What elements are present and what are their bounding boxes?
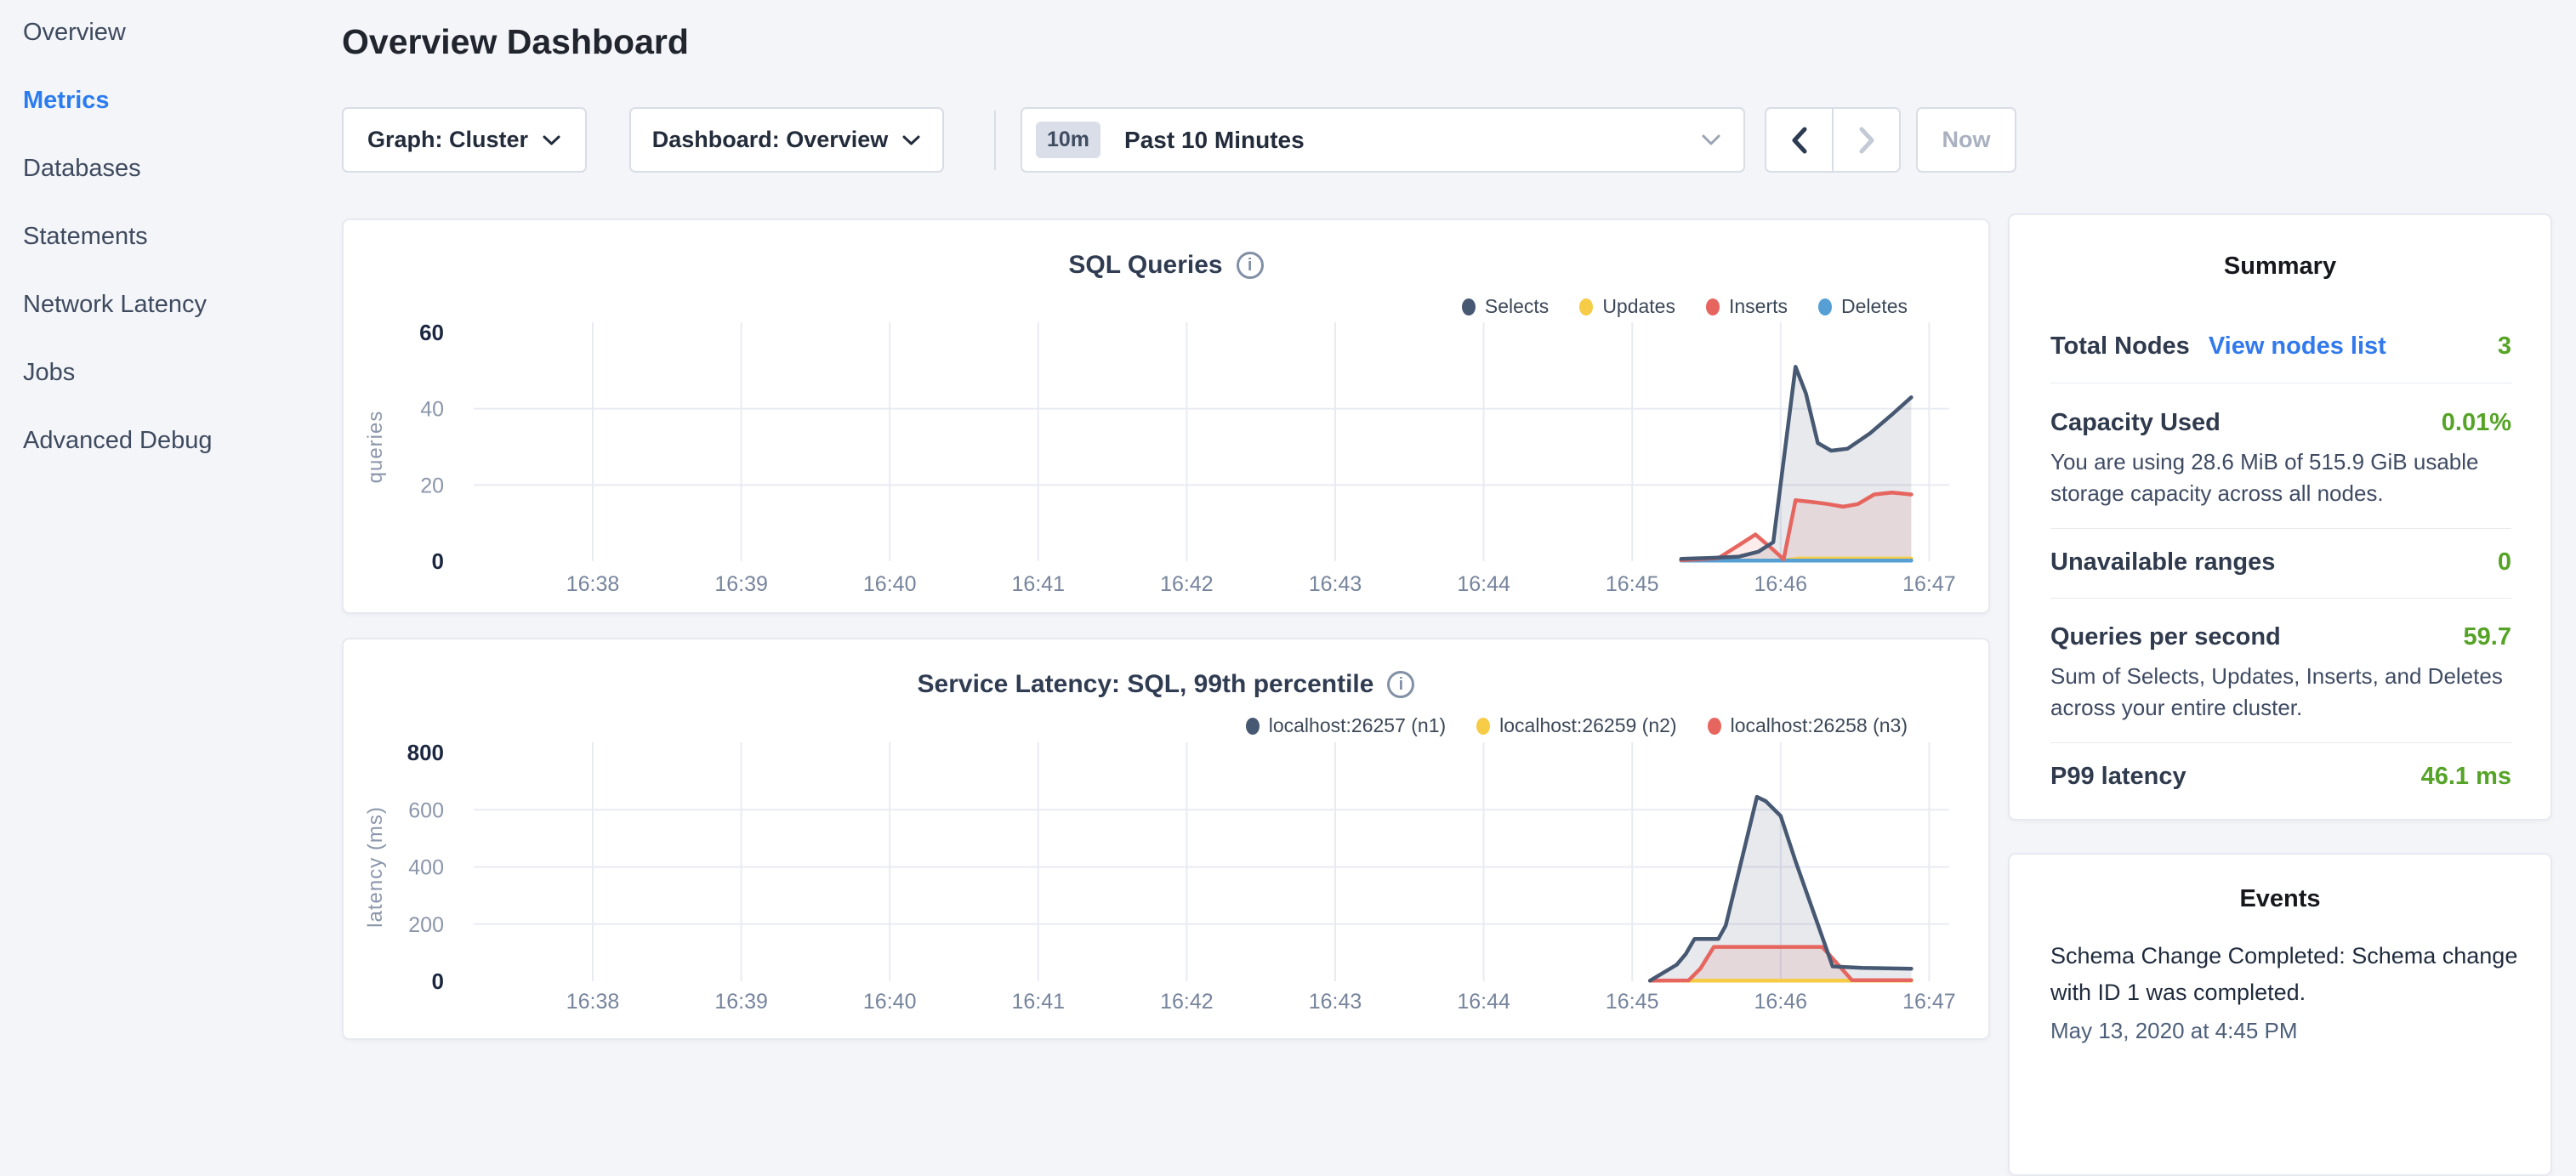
svg-text:16:43: 16:43 (1309, 990, 1362, 1014)
svg-text:16:45: 16:45 (1606, 990, 1659, 1014)
svg-text:16:45: 16:45 (1606, 572, 1659, 596)
sql-queries-chart: 0 20 40 60 16:38 16:39 16:40 16:41 16:42 16:43 16:… (344, 220, 1992, 616)
summary-divider (2050, 742, 2511, 743)
capacity-used-description: You are using 28.6 MiB of 515.9 GiB usab… (2050, 446, 2531, 509)
events-title: Events (2010, 885, 2550, 913)
chevron-down-icon (542, 134, 561, 146)
page-title: Overview Dashboard (342, 22, 689, 62)
time-window-badge: 10m (1036, 122, 1100, 158)
dashboard-dropdown[interactable]: Dashboard: Overview (629, 107, 944, 173)
svg-text:20: 20 (420, 474, 444, 497)
sidebar-item-databases[interactable]: Databases (23, 145, 141, 192)
sidebar-item-statements[interactable]: Statements (23, 213, 148, 260)
capacity-used-label: Capacity Used (2050, 409, 2221, 437)
svg-text:60: 60 (419, 320, 444, 345)
svg-text:16:43: 16:43 (1309, 572, 1362, 596)
sidebar-item-advanced-debug[interactable]: Advanced Debug (23, 417, 213, 464)
queries-per-second-label: Queries per second (2050, 623, 2281, 651)
service-latency-chart: 0 200 400 600 800 16:38 16:39 16:40 16:41 16:42 16… (344, 639, 1992, 1042)
events-panel: Events Schema Change Completed: Schema c… (2008, 853, 2552, 1176)
graph-dropdown[interactable]: Graph: Cluster (342, 107, 587, 173)
svg-text:800: 800 (407, 740, 444, 765)
svg-text:16:41: 16:41 (1012, 990, 1066, 1014)
svg-text:16:47: 16:47 (1902, 572, 1956, 596)
svg-text:16:39: 16:39 (714, 572, 768, 596)
chevron-right-icon (1858, 127, 1875, 154)
summary-row-qps: Queries per second 59.7 (2050, 623, 2511, 651)
summary-panel: Summary Total Nodes View nodes list 3 Ca… (2008, 213, 2552, 821)
now-button-label: Now (1942, 127, 1991, 153)
p99-latency-value: 46.1 ms (2421, 763, 2511, 791)
service-latency-chart-panel: Service Latency: SQL, 99th percentile i … (342, 638, 1990, 1040)
time-step-buttons (1765, 107, 1901, 173)
time-window-label: Past 10 Minutes (1124, 127, 1687, 154)
svg-text:16:40: 16:40 (863, 572, 917, 596)
svg-text:16:40: 16:40 (863, 990, 917, 1014)
summary-row-unavailable-ranges: Unavailable ranges 0 (2050, 548, 2511, 577)
svg-text:latency (ms): latency (ms) (364, 806, 387, 928)
summary-divider (2050, 598, 2511, 599)
svg-text:16:44: 16:44 (1457, 572, 1510, 596)
summary-row-total-nodes: Total Nodes View nodes list 3 (2050, 332, 2511, 361)
svg-text:16:44: 16:44 (1457, 990, 1510, 1014)
controls-divider (994, 111, 996, 170)
svg-text:16:46: 16:46 (1754, 990, 1808, 1014)
time-step-forward-button[interactable] (1832, 109, 1899, 171)
sidebar: Overview Metrics Databases Statements Networ… (0, 0, 333, 1051)
svg-text:0: 0 (432, 969, 444, 994)
svg-text:0: 0 (432, 548, 444, 574)
queries-per-second-description: Sum of Selects, Updates, Inserts, and De… (2050, 661, 2531, 724)
graph-dropdown-label: Graph: Cluster (367, 127, 528, 153)
svg-text:200: 200 (408, 913, 444, 937)
event-item-text[interactable]: Schema Change Completed: Schema change w… (2050, 938, 2527, 1011)
svg-text:16:38: 16:38 (566, 572, 620, 596)
view-nodes-list-link[interactable]: View nodes list (2209, 332, 2386, 361)
svg-text:16:42: 16:42 (1160, 990, 1214, 1014)
unavailable-ranges-value: 0 (2498, 548, 2511, 577)
svg-text:16:46: 16:46 (1754, 572, 1808, 596)
summary-title: Summary (2010, 253, 2550, 281)
unavailable-ranges-label: Unavailable ranges (2050, 548, 2275, 577)
summary-row-p99: P99 latency 46.1 ms (2050, 763, 2511, 791)
capacity-used-value: 0.01% (2442, 409, 2511, 437)
svg-text:16:42: 16:42 (1160, 572, 1214, 596)
summary-divider (2050, 528, 2511, 529)
svg-text:16:38: 16:38 (566, 990, 620, 1014)
total-nodes-label: Total Nodes (2050, 332, 2190, 361)
svg-text:16:47: 16:47 (1902, 990, 1956, 1014)
sidebar-item-network-latency[interactable]: Network Latency (23, 281, 207, 328)
chevron-down-icon (1701, 134, 1721, 146)
svg-text:queries: queries (364, 411, 387, 484)
svg-text:40: 40 (420, 398, 444, 422)
sql-queries-chart-panel: SQL Queries i SelectsUpdatesInsertsDelet… (342, 219, 1990, 614)
summary-row-capacity: Capacity Used 0.01% (2050, 409, 2511, 437)
now-button[interactable]: Now (1916, 107, 2016, 173)
svg-text:600: 600 (408, 798, 444, 822)
event-item-timestamp: May 13, 2020 at 4:45 PM (2050, 1018, 2298, 1044)
chevron-left-icon (1791, 127, 1808, 154)
svg-text:400: 400 (408, 856, 444, 880)
p99-latency-label: P99 latency (2050, 763, 2186, 791)
time-range-selector[interactable]: 10m Past 10 Minutes (1021, 107, 1745, 173)
chevron-down-icon (901, 134, 921, 146)
queries-per-second-value: 59.7 (2464, 623, 2511, 651)
sidebar-item-metrics[interactable]: Metrics (23, 77, 110, 124)
sidebar-item-overview[interactable]: Overview (23, 9, 126, 56)
dashboard-dropdown-label: Dashboard: Overview (652, 127, 889, 153)
svg-text:16:39: 16:39 (714, 990, 768, 1014)
total-nodes-value: 3 (2498, 332, 2511, 361)
time-step-back-button[interactable] (1766, 109, 1832, 171)
svg-text:16:41: 16:41 (1012, 572, 1066, 596)
sidebar-item-jobs[interactable]: Jobs (23, 349, 75, 396)
